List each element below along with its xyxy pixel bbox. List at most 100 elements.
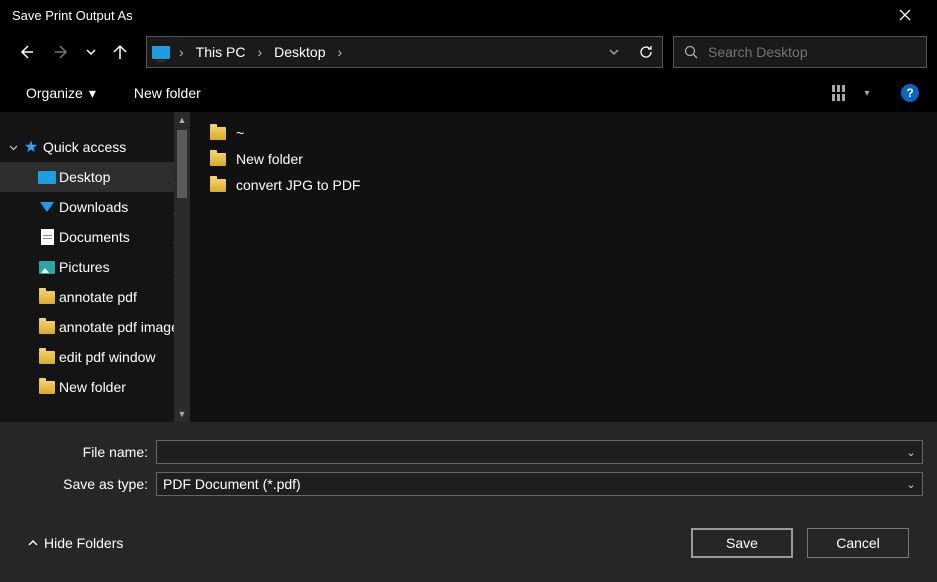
sidebar-item-label: Quick access — [42, 139, 190, 155]
sidebar-scrollbar[interactable]: ▲ ▼ — [174, 112, 190, 422]
sidebar-item-label: annotate pdf — [58, 289, 190, 305]
pc-icon[interactable] — [147, 38, 175, 66]
sidebar-item-folder[interactable]: edit pdf window — [0, 342, 190, 372]
main-split: ★ Quick access Desktop 📌 Downloads 📌 Doc… — [0, 112, 937, 422]
folder-icon — [206, 153, 230, 166]
refresh-icon — [639, 45, 653, 59]
close-icon — [899, 9, 911, 21]
toolbar: Organize ▾ New folder ▾ ? — [0, 74, 937, 112]
arrow-up-icon — [112, 44, 128, 60]
filetype-combo[interactable]: PDF Document (*.pdf) ⌄ — [156, 472, 923, 496]
file-pane[interactable]: ~ New folder convert JPG to PDF — [190, 112, 937, 422]
dialog-footer: Hide Folders Save Cancel — [14, 504, 923, 572]
breadcrumb-sep-icon: › — [253, 44, 266, 60]
filetype-label: Save as type: — [14, 476, 156, 492]
search-input[interactable] — [708, 44, 926, 60]
recent-dropdown[interactable] — [82, 36, 100, 68]
new-folder-button[interactable]: New folder — [130, 81, 205, 105]
sidebar-item-downloads[interactable]: Downloads 📌 — [0, 192, 190, 222]
sidebar-item-label: Desktop — [58, 169, 170, 185]
folder-icon — [36, 291, 58, 304]
new-folder-label: New folder — [134, 85, 201, 101]
forward-button[interactable] — [46, 36, 78, 68]
filename-label: File name: — [14, 444, 156, 460]
close-button[interactable] — [882, 0, 927, 30]
file-name: New folder — [230, 151, 303, 167]
nav-tree: ★ Quick access Desktop 📌 Downloads 📌 Doc… — [0, 112, 190, 402]
chevron-up-icon — [28, 538, 38, 548]
folder-icon — [206, 127, 230, 140]
folder-icon — [36, 351, 58, 364]
desktop-icon — [36, 171, 58, 184]
save-button[interactable]: Save — [691, 528, 793, 558]
organize-label: Organize — [26, 85, 83, 101]
arrow-left-icon — [18, 44, 34, 60]
arrow-right-icon — [54, 44, 70, 60]
help-button[interactable]: ? — [901, 84, 919, 102]
chevron-down-icon: ▾ — [864, 88, 869, 99]
filetype-value: PDF Document (*.pdf) — [157, 476, 900, 492]
filename-combo[interactable]: ⌄ — [156, 440, 923, 464]
chevron-down-icon — [86, 47, 96, 57]
filename-row: File name: ⌄ — [14, 440, 923, 464]
folder-icon — [36, 381, 58, 394]
search-box[interactable] — [673, 36, 927, 68]
help-icon: ? — [906, 86, 913, 100]
chevron-down-icon: ⌄ — [906, 478, 915, 491]
file-item[interactable]: New folder — [206, 146, 937, 172]
view-mode-button[interactable] — [829, 81, 853, 105]
sidebar-item-documents[interactable]: Documents 📌 — [0, 222, 190, 252]
sidebar-item-folder[interactable]: annotate pdf — [0, 282, 190, 312]
sidebar-item-label: annotate pdf images — [58, 319, 190, 335]
breadcrumb-sep-icon: › — [175, 44, 188, 60]
scroll-up-icon[interactable]: ▲ — [174, 112, 190, 128]
filetype-dropdown[interactable]: ⌄ — [900, 478, 922, 491]
file-name: convert JPG to PDF — [230, 177, 360, 193]
pictures-icon — [36, 261, 58, 274]
sidebar-item-label: Pictures — [58, 259, 170, 275]
title-bar: Save Print Output As — [0, 0, 937, 30]
back-button[interactable] — [10, 36, 42, 68]
save-form: File name: ⌄ Save as type: PDF Document … — [0, 422, 937, 582]
hide-folders-label: Hide Folders — [44, 535, 123, 551]
scrollbar-thumb[interactable] — [177, 130, 187, 198]
address-dropdown[interactable] — [598, 36, 630, 68]
scroll-down-icon[interactable]: ▼ — [174, 406, 190, 422]
view-dropdown[interactable]: ▾ — [859, 81, 875, 105]
sidebar-quick-access[interactable]: ★ Quick access — [0, 132, 190, 162]
refresh-button[interactable] — [630, 36, 662, 68]
chevron-down-icon — [609, 47, 619, 57]
filename-dropdown[interactable]: ⌄ — [900, 446, 922, 459]
collapse-icon[interactable] — [6, 143, 20, 152]
sidebar-item-label: New folder — [58, 379, 190, 395]
sidebar-item-desktop[interactable]: Desktop 📌 — [0, 162, 190, 192]
file-item[interactable]: convert JPG to PDF — [206, 172, 937, 198]
filename-input[interactable] — [157, 444, 900, 460]
downloads-icon — [36, 202, 58, 212]
breadcrumb[interactable]: › This PC › Desktop › — [146, 36, 663, 68]
documents-icon — [36, 229, 58, 245]
sidebar-item-label: edit pdf window — [58, 349, 190, 365]
sidebar-item-pictures[interactable]: Pictures 📌 — [0, 252, 190, 282]
breadcrumb-this-pc[interactable]: This PC — [188, 44, 254, 60]
breadcrumb-sep-icon: › — [334, 44, 347, 60]
search-icon — [674, 45, 708, 59]
up-button[interactable] — [104, 36, 136, 68]
folder-icon — [36, 321, 58, 334]
folder-icon — [206, 179, 230, 192]
sidebar-item-label: Documents — [58, 229, 170, 245]
cancel-button[interactable]: Cancel — [807, 528, 909, 558]
chevron-down-icon: ▾ — [89, 85, 96, 102]
dialog-title: Save Print Output As — [10, 8, 882, 23]
sidebar-item-folder[interactable]: annotate pdf images — [0, 312, 190, 342]
file-item[interactable]: ~ — [206, 120, 937, 146]
sidebar-item-folder[interactable]: New folder — [0, 372, 190, 402]
star-icon: ★ — [20, 137, 42, 157]
nav-bar: › This PC › Desktop › — [0, 30, 937, 74]
hide-folders-button[interactable]: Hide Folders — [28, 535, 123, 551]
organize-menu[interactable]: Organize ▾ — [22, 81, 100, 106]
sidebar: ★ Quick access Desktop 📌 Downloads 📌 Doc… — [0, 112, 190, 422]
breadcrumb-desktop[interactable]: Desktop — [266, 44, 333, 60]
filetype-row: Save as type: PDF Document (*.pdf) ⌄ — [14, 472, 923, 496]
chevron-down-icon: ⌄ — [906, 446, 915, 459]
